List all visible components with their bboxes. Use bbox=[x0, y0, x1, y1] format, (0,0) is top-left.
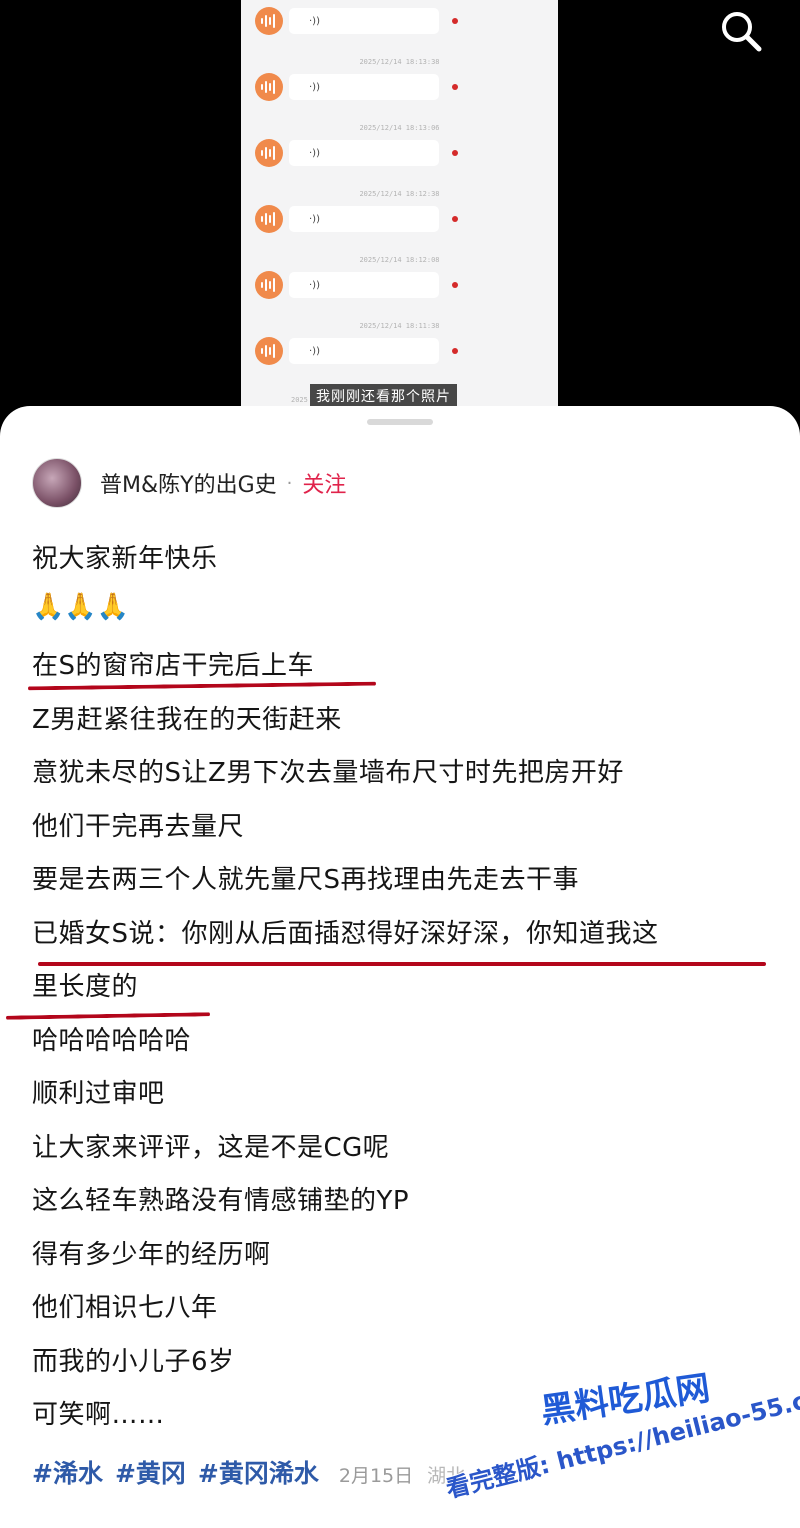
search-button[interactable] bbox=[716, 6, 766, 56]
play-sound-icon: ·)) bbox=[309, 279, 320, 291]
post-text-line: 而我的小儿子6岁 bbox=[32, 1346, 235, 1377]
post-text-line: 可笑啊…… bbox=[32, 1400, 165, 1430]
separator-dot: · bbox=[286, 472, 293, 494]
play-sound-icon: ·)) bbox=[309, 345, 320, 357]
message-timestamp: 2025/12/14 18:11:38 bbox=[359, 322, 440, 330]
voice-message[interactable]: 2025/12/14 18:13:38 ·)) bbox=[241, 58, 558, 128]
voice-bubble[interactable]: ·)) bbox=[289, 206, 439, 232]
unread-dot bbox=[452, 282, 458, 288]
voice-bubble[interactable]: ·)) bbox=[289, 74, 439, 100]
post-text-line: 他们干完再去量尺 bbox=[32, 811, 245, 842]
chat-caption: 我刚刚还看那个照片 bbox=[310, 384, 457, 408]
voice-message[interactable]: 2025/12/14 18:13:06 ·)) bbox=[241, 124, 558, 194]
voice-message[interactable]: 2025/12/14 18:11:38 ·)) bbox=[241, 322, 558, 392]
avatar[interactable] bbox=[32, 458, 82, 508]
play-sound-icon: ·)) bbox=[309, 15, 320, 27]
author-name[interactable]: 普M&陈Y的出G史 bbox=[100, 467, 277, 499]
highlight-underline bbox=[38, 962, 766, 966]
highlight-underline bbox=[27, 681, 377, 691]
message-timestamp: 2025/12/14 18:13:38 bbox=[359, 58, 440, 66]
voice-message[interactable]: 2025/12/14 18:12:08 ·)) bbox=[241, 256, 558, 326]
post-text-line: 他们相识七八年 bbox=[32, 1293, 218, 1323]
voice-bubble[interactable]: ·)) bbox=[289, 272, 439, 298]
unread-dot bbox=[452, 348, 458, 354]
voice-message[interactable]: ·)) bbox=[241, 2, 558, 62]
message-timestamp: 2025/12/14 18:12:38 bbox=[359, 190, 440, 198]
post-text-line: 让大家来评评，这是不是CG呢 bbox=[32, 1132, 390, 1163]
hashtag[interactable]: #黄冈 bbox=[115, 1454, 186, 1490]
play-sound-icon: ·)) bbox=[309, 213, 320, 225]
play-sound-icon: ·)) bbox=[309, 81, 320, 93]
post-text-line: 要是去两三个人就先量尺S再找理由先走去干事 bbox=[32, 865, 580, 895]
chat-screenshot: ·)) 2025/12/14 18:13:38 ·)) 2025/12/14 18:1… bbox=[241, 0, 558, 410]
voice-bubble[interactable]: ·)) bbox=[289, 140, 439, 166]
unread-dot bbox=[452, 216, 458, 222]
unread-dot bbox=[452, 84, 458, 90]
search-icon[interactable] bbox=[719, 9, 763, 53]
unread-dot bbox=[452, 150, 458, 156]
message-timestamp: 2025/12/14 18:12:08 bbox=[359, 256, 440, 264]
emoji-line: 🙏🙏🙏 bbox=[32, 591, 130, 622]
post-text-line: 已婚女S说：你刚从后面插怼得好深好深，你知道我这 bbox=[32, 918, 659, 949]
hashtag[interactable]: #浠水 bbox=[32, 1454, 103, 1490]
voice-message[interactable]: 2025/12/14 18:12:38 ·)) bbox=[241, 190, 558, 260]
post-text-line: 祝大家新年快乐 bbox=[32, 544, 218, 574]
play-sound-icon: ·)) bbox=[309, 147, 320, 159]
waveform-icon[interactable] bbox=[255, 271, 283, 299]
message-timestamp: 2025/12/14 18:13:06 bbox=[359, 124, 440, 132]
waveform-icon[interactable] bbox=[255, 205, 283, 233]
follow-button[interactable]: 关注 bbox=[302, 467, 346, 499]
hashtag[interactable]: #黄冈浠水 bbox=[198, 1454, 319, 1490]
post-text-line: 这么轻车熟路没有情感铺垫的YP bbox=[32, 1186, 410, 1216]
post-text-line: 意犹未尽的S让Z男下次去量墙布尺寸时先把房开好 bbox=[32, 758, 624, 788]
waveform-icon[interactable] bbox=[255, 73, 283, 101]
waveform-icon[interactable] bbox=[255, 139, 283, 167]
post-text-line: 在S的窗帘店干完后上车 bbox=[32, 651, 315, 681]
post-date: 2月15日 bbox=[338, 1465, 414, 1487]
author-row: 普M&陈Y的出G史 · 关注 bbox=[32, 458, 772, 508]
tags-row: #浠水 #黄冈 #黄冈浠水 2月15日 湖北 bbox=[32, 1454, 465, 1490]
voice-bubble[interactable]: ·)) bbox=[289, 338, 439, 364]
drag-handle[interactable] bbox=[367, 419, 433, 425]
voice-bubble[interactable]: ·)) bbox=[289, 8, 439, 34]
waveform-icon[interactable] bbox=[255, 7, 283, 35]
post-text-line: Z男赶紧往我在的天街赶来 bbox=[32, 704, 342, 735]
post-card: 普M&陈Y的出G史 · 关注 祝大家新年快乐 🙏🙏🙏 在S的窗帘店干完后上车 Z男赶紧… bbox=[0, 406, 800, 1528]
unread-dot bbox=[452, 18, 458, 24]
post-text-line: 得有多少年的经历啊 bbox=[32, 1239, 271, 1270]
post-text-line: 哈哈哈哈哈哈 bbox=[32, 1025, 192, 1056]
post-text-line: 顺利过审吧 bbox=[32, 1079, 165, 1109]
post-text-line: 里长度的 bbox=[32, 972, 139, 1002]
waveform-icon[interactable] bbox=[255, 337, 283, 365]
